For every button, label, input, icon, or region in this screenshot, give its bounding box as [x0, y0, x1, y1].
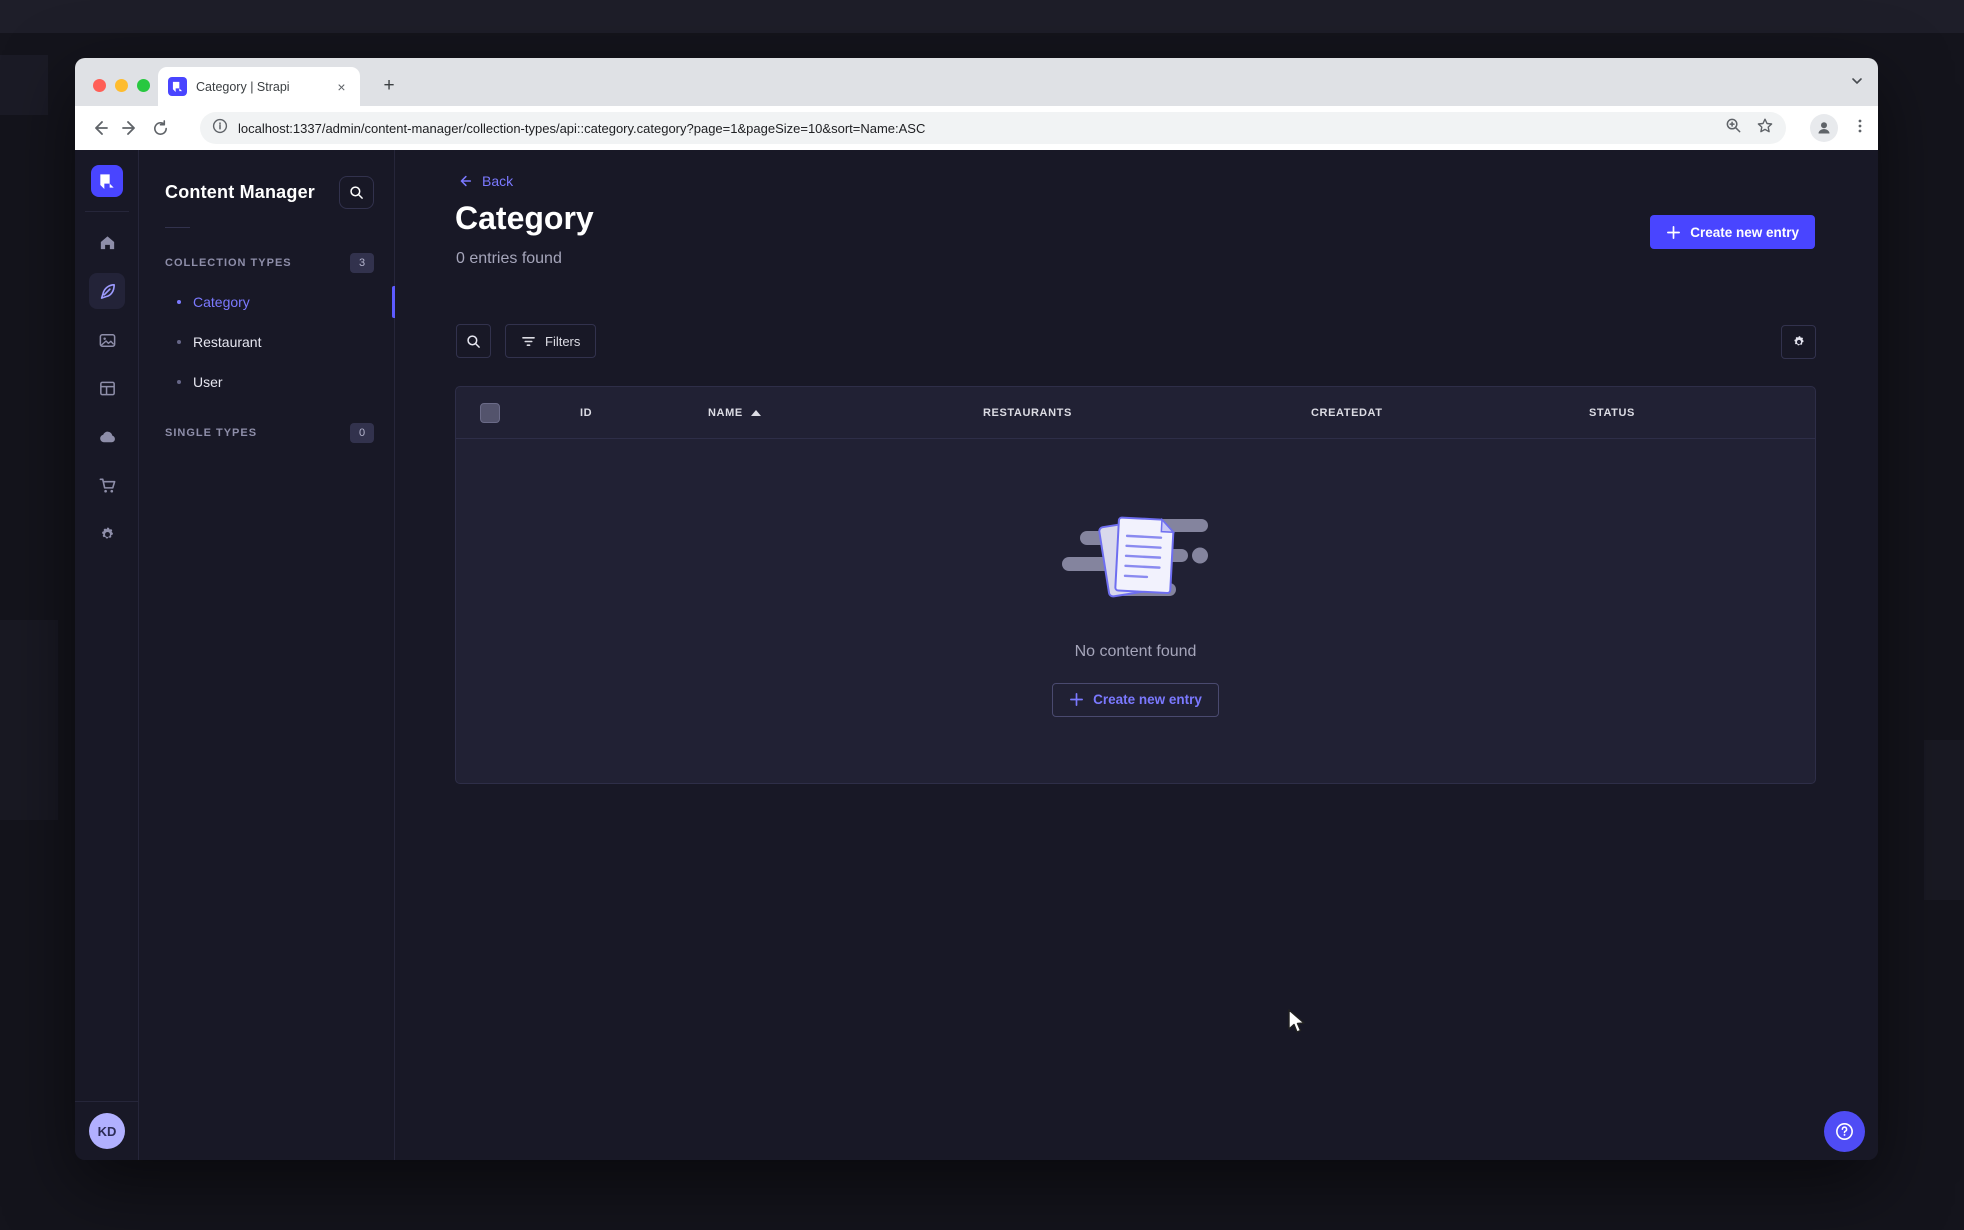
- close-window-button[interactable]: [93, 79, 106, 92]
- nav-divider: [75, 1101, 139, 1102]
- address-bar[interactable]: localhost:1337/admin/content-manager/col…: [200, 112, 1786, 144]
- filters-label: Filters: [545, 333, 581, 349]
- empty-create-entry-label: Create new entry: [1093, 692, 1202, 707]
- nav-content-manager-icon[interactable]: [89, 273, 125, 309]
- nav-divider: [85, 211, 129, 212]
- user-avatar[interactable]: KD: [89, 1113, 125, 1149]
- nav-media-library-icon[interactable]: [89, 322, 125, 358]
- browser-tab[interactable]: Category | Strapi ×: [158, 67, 360, 106]
- tab-close-icon[interactable]: ×: [333, 78, 350, 95]
- nav-cloud-icon[interactable]: [89, 419, 125, 455]
- sidebar-title: Content Manager: [165, 182, 316, 202]
- new-tab-button[interactable]: +: [375, 72, 403, 100]
- table-search-button[interactable]: [456, 324, 491, 358]
- filters-button[interactable]: Filters: [505, 324, 597, 358]
- filter-icon: [522, 336, 535, 346]
- collection-types-label: COLLECTION TYPES: [165, 257, 292, 269]
- nav-marketplace-icon[interactable]: [89, 467, 125, 503]
- window-controls: [93, 79, 150, 92]
- strapi-favicon-icon: [168, 77, 187, 96]
- single-types-label: SINGLE TYPES: [165, 427, 258, 439]
- page-title: Category: [455, 200, 594, 236]
- main-content: Back Category 0 entries found Create new…: [395, 150, 1878, 1160]
- column-header-restaurants[interactable]: RESTAURANTS: [983, 407, 1311, 419]
- minimize-window-button[interactable]: [115, 79, 128, 92]
- browser-toolbar: localhost:1337/admin/content-manager/col…: [75, 106, 1878, 150]
- desktop-background-shape: [1924, 740, 1964, 900]
- content-manager-sidebar: Content Manager COLLECTION TYPES 3 Categ…: [139, 150, 395, 1160]
- sidebar-item-label: Restaurant: [193, 334, 262, 350]
- empty-create-entry-button[interactable]: Create new entry: [1052, 682, 1219, 717]
- sidebar-item-restaurant[interactable]: Restaurant: [139, 322, 394, 362]
- back-label: Back: [482, 173, 514, 189]
- back-link[interactable]: Back: [457, 173, 513, 189]
- nav-content-type-builder-icon[interactable]: [89, 370, 125, 406]
- main-nav-rail: KD: [75, 150, 139, 1160]
- tab-title: Category | Strapi: [196, 79, 290, 94]
- browser-tab-strip: Category | Strapi × +: [75, 58, 1878, 106]
- bookmark-star-icon[interactable]: [1756, 117, 1774, 140]
- create-entry-label: Create new entry: [1690, 224, 1799, 240]
- collection-types-count-badge: 3: [350, 253, 374, 273]
- select-all-checkbox[interactable]: [480, 402, 500, 423]
- strapi-logo[interactable]: [91, 165, 123, 197]
- help-button[interactable]: [1824, 1111, 1865, 1152]
- column-header-id[interactable]: ID: [580, 407, 708, 419]
- column-header-createdat[interactable]: CREATEDAT: [1311, 407, 1589, 419]
- bullet-icon: [177, 300, 181, 304]
- sidebar-search-button[interactable]: [339, 176, 374, 209]
- browser-back-button[interactable]: [85, 113, 115, 143]
- desktop-background-shape: [0, 55, 48, 115]
- sidebar-item-label: User: [193, 374, 223, 390]
- tab-search-chevron-icon[interactable]: [1850, 74, 1864, 93]
- list-toolbar: Filters: [455, 324, 1816, 359]
- column-header-name[interactable]: NAME: [708, 407, 983, 419]
- bullet-icon: [177, 340, 181, 344]
- view-settings-button[interactable]: [1781, 325, 1816, 359]
- desktop-menubar: [0, 0, 1964, 33]
- entries-table-card: ID NAME RESTAURANTS CREATEDAT STATUS No …: [455, 386, 1816, 784]
- bullet-icon: [177, 380, 181, 384]
- desktop-background-shape: [0, 620, 58, 820]
- nav-home-icon[interactable]: [89, 224, 125, 260]
- browser-menu-icon[interactable]: [1852, 118, 1868, 139]
- column-header-status[interactable]: STATUS: [1589, 407, 1815, 419]
- entries-count: 0 entries found: [456, 250, 562, 267]
- sidebar-divider: [165, 227, 190, 228]
- create-entry-button[interactable]: Create new entry: [1650, 215, 1815, 249]
- empty-state: No content found Create new entry: [456, 439, 1815, 784]
- site-info-icon[interactable]: [212, 118, 228, 139]
- empty-documents-illustration: [1061, 516, 1208, 597]
- nav-settings-icon[interactable]: [89, 516, 125, 552]
- single-types-count-badge: 0: [350, 423, 374, 443]
- browser-forward-button[interactable]: [115, 113, 145, 143]
- desktop: Category | Strapi × + localhost:1337/adm…: [0, 0, 1964, 1230]
- table-header-row: ID NAME RESTAURANTS CREATEDAT STATUS: [456, 387, 1815, 439]
- empty-message: No content found: [1074, 642, 1197, 660]
- sort-ascending-icon: [750, 409, 761, 416]
- page-zoom-icon[interactable]: [1725, 117, 1742, 139]
- sidebar-item-category[interactable]: Category: [139, 282, 395, 322]
- sidebar-item-label: Category: [193, 294, 250, 310]
- sidebar-item-user[interactable]: User: [139, 362, 394, 402]
- maximize-window-button[interactable]: [137, 79, 150, 92]
- url-text[interactable]: localhost:1337/admin/content-manager/col…: [238, 121, 1715, 136]
- strapi-admin: KD Content Manager COLLECTION TYPES 3 Ca…: [75, 150, 1878, 1160]
- browser-window: Category | Strapi × + localhost:1337/adm…: [75, 58, 1878, 1160]
- browser-profile-button[interactable]: [1810, 114, 1838, 142]
- browser-reload-button[interactable]: [145, 113, 175, 143]
